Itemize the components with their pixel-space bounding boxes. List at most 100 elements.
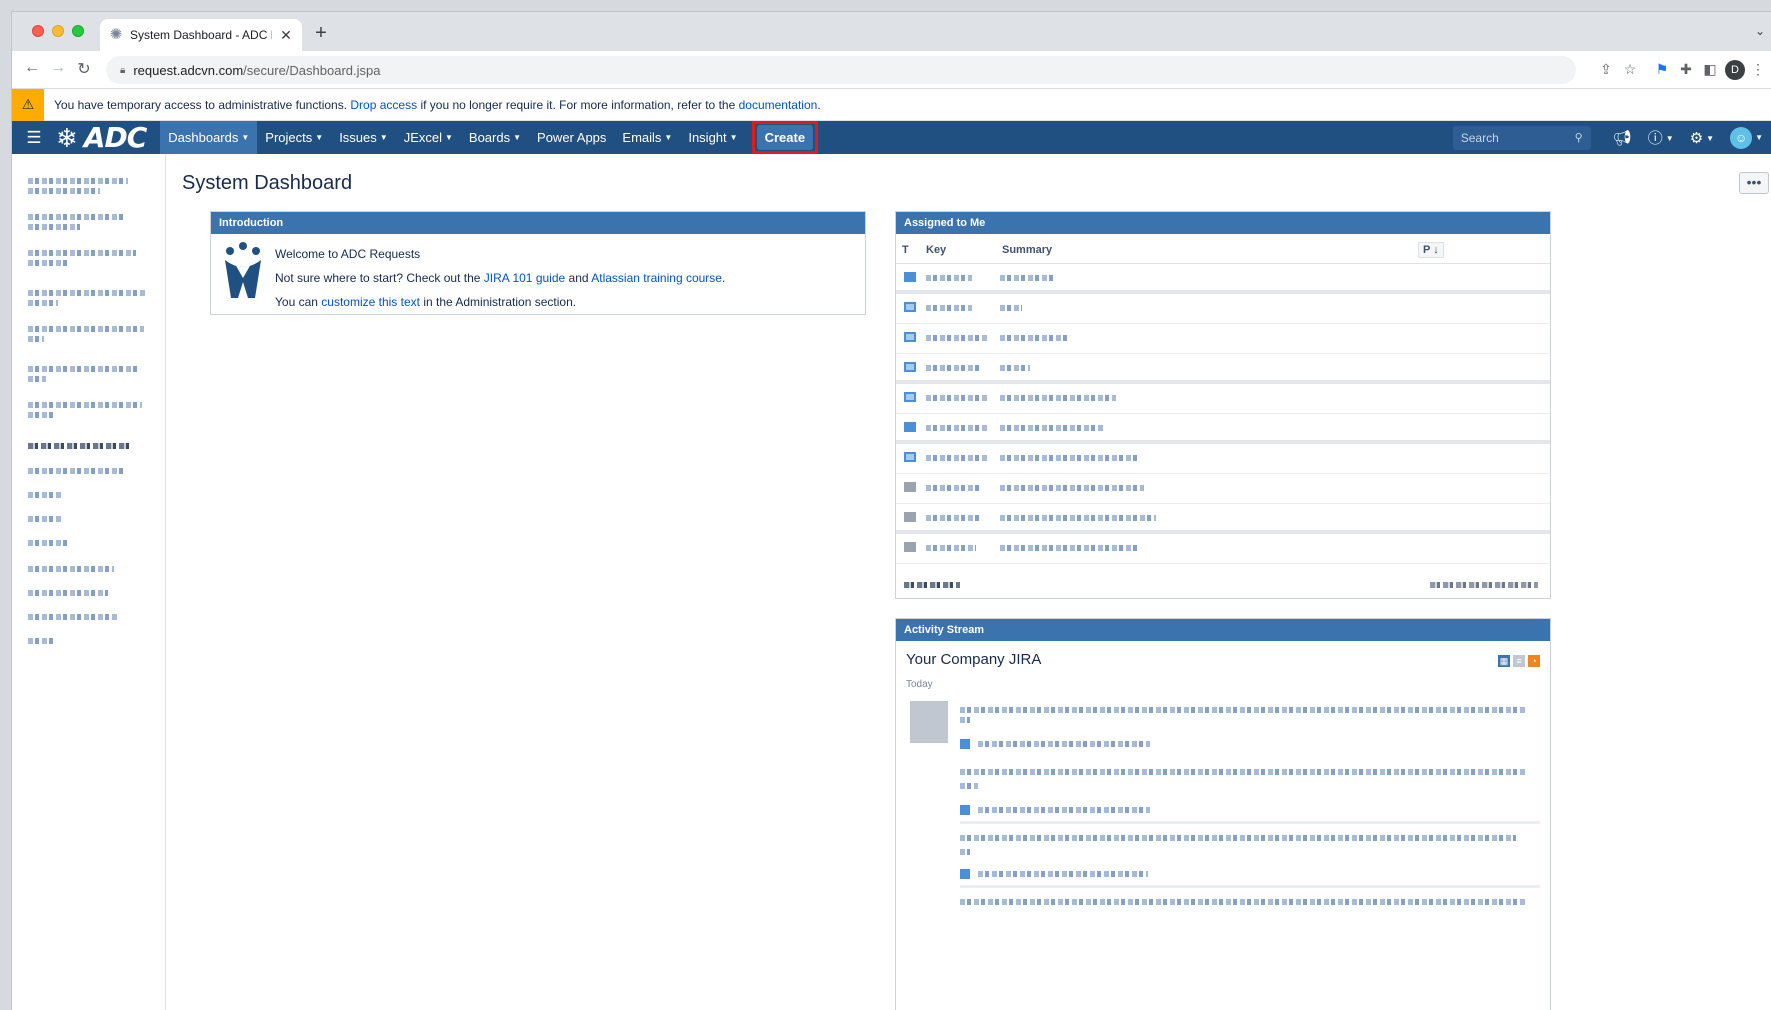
- sidebar-item[interactable]: [28, 326, 144, 348]
- tab-list-chevron-icon[interactable]: ⌄: [1755, 24, 1765, 38]
- activity-issue-ref[interactable]: [960, 739, 1150, 749]
- table-row[interactable]: [896, 354, 1550, 384]
- menu-issues[interactable]: Issues ▼: [331, 121, 396, 154]
- menu-projects[interactable]: Projects ▼: [257, 121, 331, 154]
- menu-emails[interactable]: Emails ▼: [614, 121, 680, 154]
- table-row[interactable]: [896, 324, 1550, 354]
- column-summary[interactable]: Summary: [1002, 244, 1052, 256]
- page-title: System Dashboard: [182, 172, 353, 194]
- activity-issue-ref[interactable]: [960, 805, 1150, 815]
- sidebar-item[interactable]: [28, 290, 146, 312]
- sidebar-item-current[interactable]: [28, 443, 132, 465]
- pagination-links[interactable]: [1430, 582, 1538, 588]
- adc-logo[interactable]: ❄ ADC: [56, 121, 147, 154]
- browser-window: ✺ System Dashboard - ADC Requ ✕ + ⌄ ← → …: [11, 11, 1771, 1010]
- sidebar-item[interactable]: [28, 492, 62, 514]
- drop-access-link[interactable]: Drop access: [350, 98, 417, 112]
- sidebar-item[interactable]: [28, 214, 124, 236]
- search-input[interactable]: Search ⚲: [1452, 125, 1591, 150]
- table-row[interactable]: [896, 504, 1550, 534]
- jira-mascot-icon: [225, 242, 261, 298]
- column-priority[interactable]: P ↓: [1418, 242, 1444, 258]
- sidebar-item[interactable]: [28, 614, 118, 636]
- hamburger-menu-icon[interactable]: ☰: [12, 128, 56, 148]
- tab-close-icon[interactable]: ✕: [278, 27, 294, 44]
- sidebar-item[interactable]: [28, 468, 124, 490]
- rss-feed-icon[interactable]: ◔: [1528, 655, 1540, 667]
- jira-101-guide-link[interactable]: JIRA 101 guide: [484, 271, 565, 285]
- column-key[interactable]: Key: [926, 244, 946, 256]
- menu-dashboards[interactable]: Dashboards ▼: [160, 121, 258, 154]
- issue-type-icon: [904, 482, 916, 492]
- table-row[interactable]: [896, 534, 1550, 564]
- customize-text-link[interactable]: customize this text: [321, 295, 420, 309]
- warning-icon: ⚠: [12, 88, 44, 121]
- sidebar-item[interactable]: [28, 178, 128, 200]
- activity-stream-title[interactable]: Your Company JIRA: [906, 651, 1041, 668]
- full-view-icon[interactable]: ▦: [1498, 655, 1510, 667]
- browser-tab[interactable]: ✺ System Dashboard - ADC Requ ✕: [100, 19, 302, 51]
- settings-gear-icon[interactable]: ⚙ ▼: [1682, 129, 1722, 147]
- table-row[interactable]: [896, 294, 1550, 324]
- table-row[interactable]: [896, 444, 1550, 474]
- sidebar-item[interactable]: [28, 540, 70, 562]
- snowflake-logo-icon: ❄: [56, 122, 78, 153]
- close-window-button[interactable]: [32, 25, 44, 37]
- new-tab-icon[interactable]: +: [310, 22, 332, 45]
- table-row[interactable]: [896, 264, 1550, 294]
- sidebar-item[interactable]: [28, 590, 108, 612]
- jira-favicon-icon: ✺: [109, 26, 123, 43]
- list-view-icon[interactable]: ≡: [1513, 655, 1525, 667]
- issue-type-icon: [904, 392, 916, 402]
- issue-type-icon: [904, 422, 916, 432]
- profile-avatar[interactable]: D: [1725, 60, 1745, 80]
- create-highlight: Create: [751, 121, 819, 154]
- browser-menu-icon[interactable]: ⋮: [1749, 61, 1767, 78]
- user-menu[interactable]: ☺ ▼: [1722, 126, 1771, 149]
- issue-type-icon: [904, 512, 916, 522]
- address-bar[interactable]: 🔒︎ request.adcvn.com/secure/Dashboard.js…: [106, 56, 1576, 84]
- sidebar-item[interactable]: [28, 250, 136, 272]
- caret-down-icon: ▼: [241, 133, 250, 142]
- extensions-puzzle-icon[interactable]: ✚: [1677, 61, 1695, 78]
- help-icon[interactable]: ⓘ ▼: [1640, 127, 1682, 148]
- activity-stream-gadget: Activity Stream Your Company JIRA ▦ ≡ ◔ …: [895, 618, 1551, 1010]
- share-icon[interactable]: ⇪: [1597, 61, 1615, 78]
- activity-issue-ref[interactable]: [960, 869, 1148, 879]
- assigned-to-me-gadget: Assigned to Me T Key Summary P ↓: [895, 211, 1551, 599]
- menu-boards[interactable]: Boards ▼: [461, 121, 529, 154]
- sidebar-item[interactable]: [28, 516, 62, 538]
- gadget-heading: Assigned to Me: [896, 212, 1550, 234]
- welcome-text: Welcome to ADC Requests: [275, 247, 421, 261]
- reload-icon[interactable]: ↻: [74, 59, 94, 79]
- maximize-window-button[interactable]: [72, 25, 84, 37]
- menu-power-apps[interactable]: Power Apps: [529, 121, 614, 154]
- documentation-link[interactable]: documentation: [739, 98, 818, 112]
- atlassian-training-link[interactable]: Atlassian training course: [591, 271, 722, 285]
- sidebar-item[interactable]: [28, 366, 140, 388]
- gadget-heading: Activity Stream: [896, 619, 1550, 641]
- forward-arrow-icon[interactable]: →: [48, 59, 68, 77]
- bookmark-star-icon[interactable]: ☆: [1621, 61, 1639, 78]
- sidebar-item[interactable]: [28, 638, 54, 660]
- activity-view-toggles: ▦ ≡ ◔: [1498, 655, 1540, 667]
- table-row[interactable]: [896, 414, 1550, 444]
- translate-icon[interactable]: ⚑: [1653, 61, 1671, 78]
- table-row[interactable]: [896, 384, 1550, 414]
- table-row[interactable]: [896, 474, 1550, 504]
- tab-title: System Dashboard - ADC Requ: [130, 28, 272, 42]
- menu-insight[interactable]: Insight ▼: [680, 121, 745, 154]
- column-type[interactable]: T: [902, 244, 909, 256]
- more-actions-button[interactable]: •••: [1739, 172, 1769, 194]
- create-button[interactable]: Create: [756, 125, 814, 150]
- announcement-megaphone-icon[interactable]: 📢︎: [1605, 129, 1640, 147]
- sidebar-item[interactable]: [28, 566, 114, 588]
- sidebar-item[interactable]: [28, 402, 142, 424]
- intro-guide-text: Not sure where to start? Check out the J…: [275, 271, 726, 285]
- menu-jexcel[interactable]: JExcel ▼: [396, 121, 461, 154]
- back-arrow-icon[interactable]: ←: [22, 59, 42, 77]
- minimize-window-button[interactable]: [52, 25, 64, 37]
- side-panel-icon[interactable]: ◧: [1701, 61, 1719, 78]
- introduction-gadget: Introduction Welcome to ADC Requests Not…: [210, 211, 866, 315]
- url-text: request.adcvn.com/secure/Dashboard.jspa: [133, 62, 381, 78]
